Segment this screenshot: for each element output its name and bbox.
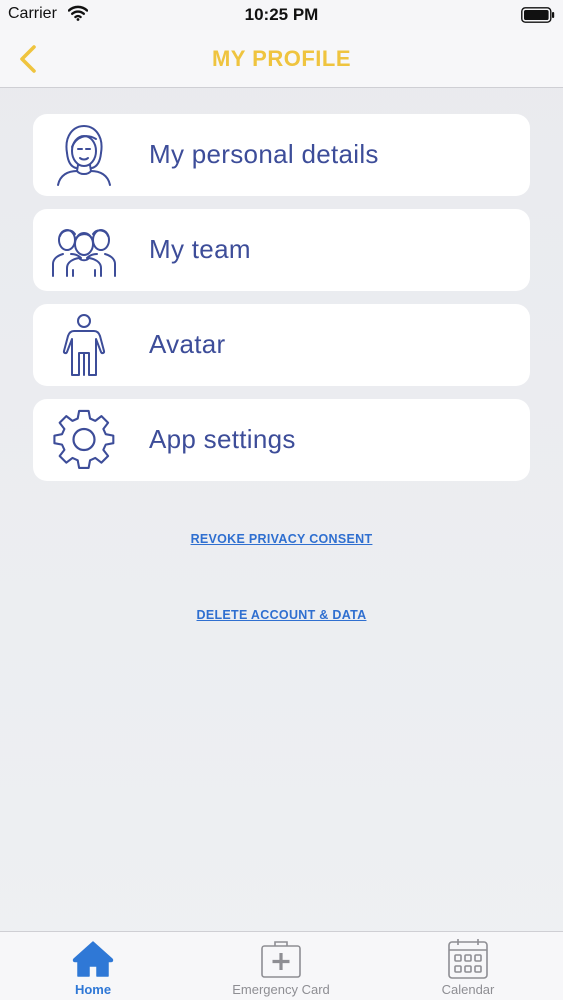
home-icon xyxy=(72,938,114,980)
calendar-icon xyxy=(447,938,489,980)
status-bar: Carrier 10:25 PM xyxy=(0,0,563,30)
tab-emergency-card[interactable]: Emergency Card xyxy=(211,932,351,1000)
body-figure-icon xyxy=(51,313,117,377)
tab-label: Home xyxy=(74,982,112,997)
menu-item-label: App settings xyxy=(149,424,296,454)
profile-menu: My personal details My team Avatar App s… xyxy=(33,114,530,494)
navigation-bar: MY PROFILE xyxy=(0,30,563,88)
menu-item-label: My personal details xyxy=(149,139,379,169)
profile-screen: Carrier 10:25 PM MY PROFILE My personal … xyxy=(0,0,563,1000)
menu-item-app-settings[interactable]: App settings xyxy=(33,399,530,481)
team-icon xyxy=(51,218,117,282)
delete-account-link[interactable]: DELETE ACCOUNT & DATA xyxy=(0,608,563,622)
menu-item-label: Avatar xyxy=(149,329,226,359)
medical-kit-icon xyxy=(260,938,302,980)
status-time: 10:25 PM xyxy=(244,5,319,24)
revoke-privacy-consent-link[interactable]: REVOKE PRIVACY CONSENT xyxy=(0,532,563,546)
tab-bar: Home Emergency Card Calendar xyxy=(0,931,563,1000)
page-title: MY PROFILE xyxy=(211,46,352,71)
menu-item-personal-details[interactable]: My personal details xyxy=(33,114,530,196)
battery-icon xyxy=(521,7,555,23)
tab-label: Emergency Card xyxy=(232,982,330,997)
gear-icon xyxy=(51,408,117,472)
tab-calendar[interactable]: Calendar xyxy=(398,932,538,1000)
tab-label: Calendar xyxy=(441,982,495,997)
menu-item-my-team[interactable]: My team xyxy=(33,209,530,291)
menu-item-avatar[interactable]: Avatar xyxy=(33,304,530,386)
menu-item-label: My team xyxy=(149,234,251,264)
person-face-icon xyxy=(51,123,117,187)
tab-home[interactable]: Home xyxy=(23,932,163,1000)
